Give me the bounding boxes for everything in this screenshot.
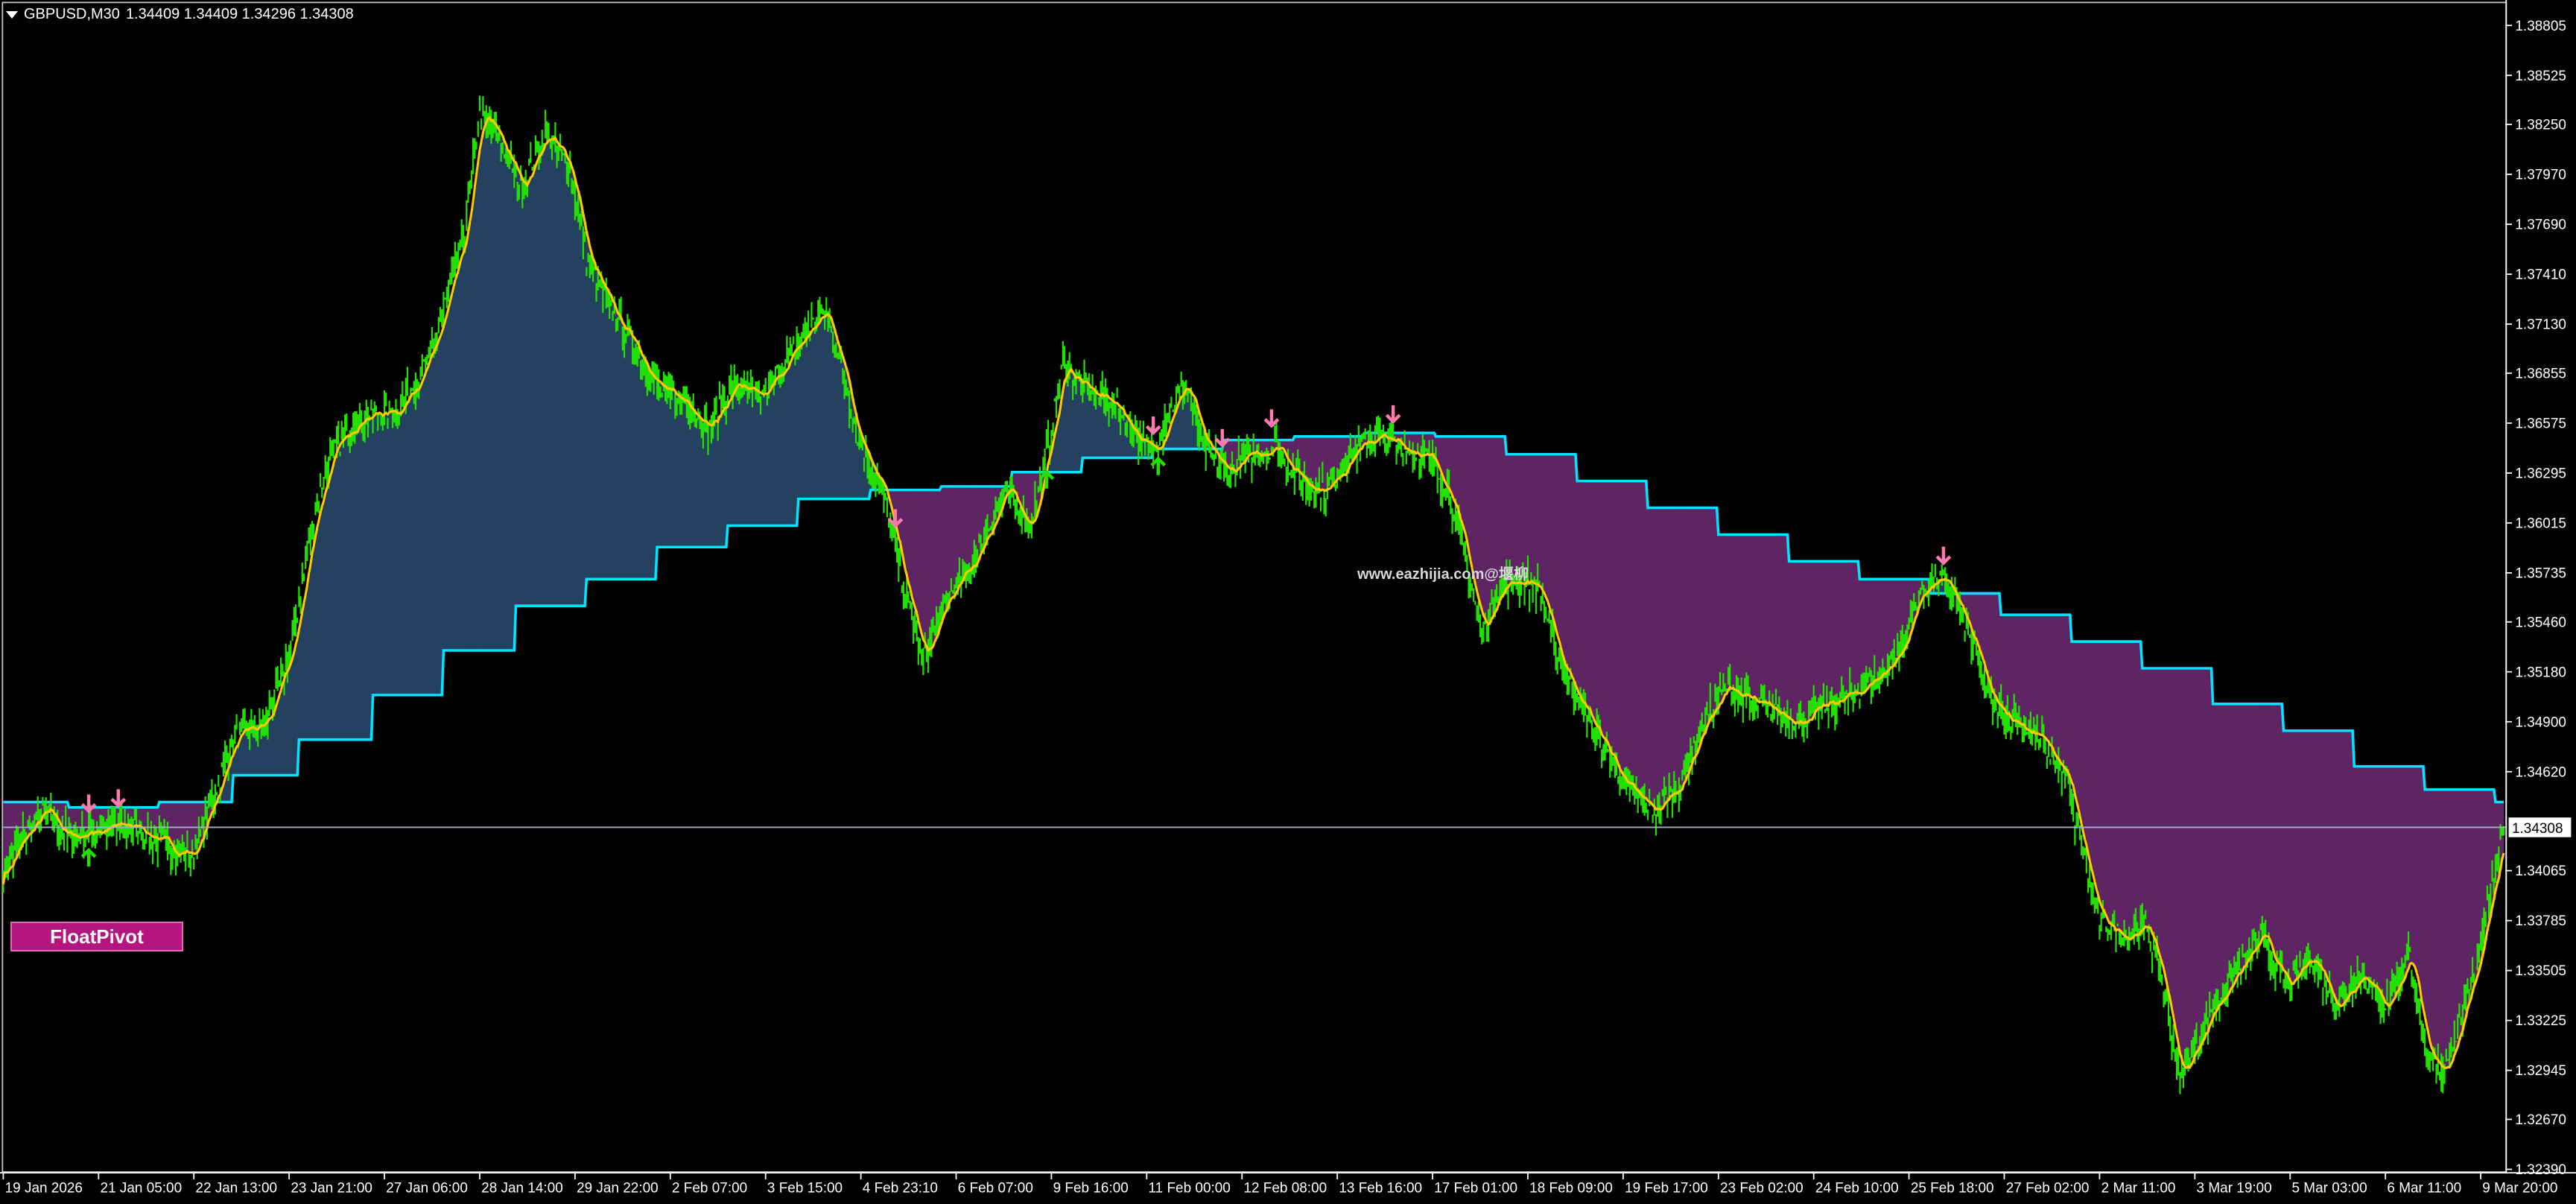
floatpivot-indicator-label[interactable]: FloatPivot [10,922,183,951]
y-tick-label: 1.38525 [2515,69,2566,84]
y-tick-label: 1.36575 [2515,416,2566,431]
x-tick-label: 11 Feb 00:00 [1149,1181,1231,1197]
y-tick-label: 1.35180 [2515,665,2566,680]
price-chart-canvas[interactable]: 1.34308 1.38805 1.38525 1.38250 1.37970 1.37… [0,0,2576,1204]
y-tick-label: 1.33505 [2515,963,2566,979]
x-tick-label: 27 Jan 06:00 [386,1181,468,1197]
y-tick-label: 1.32945 [2515,1063,2566,1079]
x-tick-label: 2 Feb 07:00 [672,1181,747,1197]
y-tick-label: 1.38805 [2515,19,2566,34]
x-tick-label: 6 Mar 11:00 [2387,1181,2461,1197]
x-tick-label: 9 Mar 20:00 [2482,1181,2557,1197]
x-tick-label: 12 Feb 08:00 [1243,1181,1327,1197]
y-tick-label: 1.36295 [2515,466,2566,482]
x-tick-label: 23 Feb 02:00 [1720,1181,1803,1197]
x-tick-label: 27 Feb 02:00 [2006,1181,2090,1197]
y-tick-label: 1.36015 [2515,516,2566,532]
x-tick-label: 19 Feb 17:00 [1625,1181,1708,1197]
y-tick-label: 1.37130 [2515,317,2566,333]
x-tick-label: 2 Mar 11:00 [2101,1181,2176,1197]
x-tick-label: 22 Jan 13:00 [195,1181,277,1197]
current-price-label: 1.34308 [2512,821,2563,837]
x-tick-label: 13 Feb 16:00 [1339,1181,1422,1197]
y-tick-label: 1.37690 [2515,218,2566,233]
x-tick-label: 29 Jan 22:00 [577,1181,659,1197]
chart-header: GBPUSD,M30 1.34409 1.34409 1.34296 1.343… [6,6,354,23]
x-tick-label: 23 Jan 21:00 [291,1181,372,1197]
x-tick-label: 24 Feb 10:00 [1815,1181,1899,1197]
y-tick-label: 1.35460 [2515,615,2566,630]
x-tick-label: 17 Feb 01:00 [1434,1181,1517,1197]
collapse-triangle-icon[interactable] [6,10,18,19]
y-tick-label: 1.36855 [2515,366,2566,381]
y-tick-label: 1.32670 [2515,1112,2566,1128]
ohlc-readout: 1.34409 1.34409 1.34296 1.34308 [125,6,354,22]
y-tick-label: 1.34065 [2515,864,2566,879]
x-tick-label: 21 Jan 05:00 [101,1181,183,1197]
x-tick-label: 25 Feb 18:00 [1911,1181,1994,1197]
y-tick-label: 1.34620 [2515,764,2566,780]
x-tick-label: 28 Jan 14:00 [481,1181,563,1197]
y-tick-label: 1.37410 [2515,267,2566,283]
symbol-timeframe: GBPUSD,M30 [24,6,120,22]
x-tick-label: 4 Feb 23:10 [863,1181,938,1197]
watermark-text: www.eazhijia.com@堰柳 [1357,566,1529,583]
y-tick-label: 1.38250 [2515,118,2566,133]
chart-window[interactable]: 1.34308 1.38805 1.38525 1.38250 1.37970 1.37… [0,0,2576,1204]
y-tick-label: 1.34900 [2515,715,2566,730]
y-tick-label: 1.32390 [2515,1162,2566,1178]
x-tick-label: 6 Feb 07:00 [958,1181,1033,1197]
x-tick-label: 19 Jan 2026 [5,1181,83,1197]
x-tick-label: 3 Mar 19:00 [2197,1181,2272,1197]
y-tick-label: 1.33785 [2515,913,2566,929]
x-tick-label: 9 Feb 16:00 [1053,1181,1129,1197]
y-tick-label: 1.37970 [2515,168,2566,183]
y-tick-label: 1.33225 [2515,1013,2566,1029]
x-tick-label: 5 Mar 03:00 [2291,1181,2367,1197]
x-tick-label: 3 Feb 15:00 [767,1181,843,1197]
y-tick-label: 1.35735 [2515,566,2566,582]
x-tick-label: 18 Feb 09:00 [1529,1181,1613,1197]
